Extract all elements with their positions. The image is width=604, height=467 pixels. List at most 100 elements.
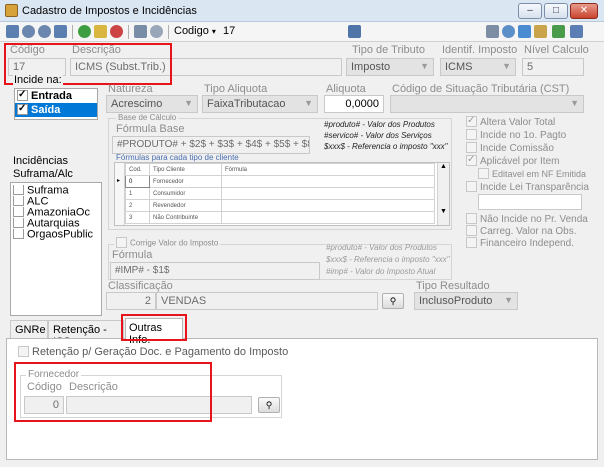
check-nao-incide-venda[interactable]: Não Incide no Pr. Venda xyxy=(466,213,588,226)
tipo-resultado-value: InclusoProduto xyxy=(419,295,493,307)
formula-base-field[interactable]: #PRODUTO# + $2$ + $3$ + $4$ + $5$ + $8$ xyxy=(112,136,310,154)
tipo-aliquota-select[interactable]: FaixaTributacao ▼ xyxy=(202,95,318,113)
lei-transparencia-field[interactable] xyxy=(478,194,582,210)
table-row[interactable]: 2 Revendedor xyxy=(125,199,435,212)
grid-view-icon[interactable] xyxy=(348,25,361,38)
check-editavel-nf[interactable]: Editavel em NF Emitida xyxy=(466,168,589,181)
filter-icon[interactable] xyxy=(534,25,547,38)
scroll-down-icon[interactable]: ▼ xyxy=(438,208,449,215)
first-record-icon[interactable] xyxy=(6,25,19,38)
minimize-button[interactable]: – xyxy=(518,3,542,19)
entrada-checkbox[interactable] xyxy=(17,88,28,101)
undo-icon[interactable] xyxy=(150,25,163,38)
checkbox[interactable] xyxy=(466,225,477,237)
incidencia-item[interactable]: Autarquias xyxy=(13,218,99,229)
incide-list: Entrada Saída xyxy=(14,88,98,120)
incidencia-item[interactable]: Suframa xyxy=(13,185,99,196)
refresh-icon[interactable] xyxy=(518,25,531,38)
binoculars-icon[interactable]: ⚲ xyxy=(258,397,280,413)
checkbox[interactable] xyxy=(466,114,477,127)
export-icon[interactable] xyxy=(552,25,565,38)
classificacao-value-field[interactable]: VENDAS xyxy=(156,292,378,310)
incidencia-checkbox[interactable] xyxy=(13,207,24,217)
last-record-icon[interactable] xyxy=(54,25,67,38)
cell-cod[interactable]: 2 xyxy=(125,199,150,212)
check-aplicavel-item[interactable]: Aplicável por Item xyxy=(466,153,589,168)
previous-record-icon[interactable] xyxy=(22,25,35,38)
binoculars-icon[interactable]: ⚲ xyxy=(382,293,404,309)
tipo-tributo-select[interactable]: Imposto ▼ xyxy=(346,58,434,76)
cell-formula[interactable] xyxy=(221,199,435,212)
tipo-resultado-select[interactable]: InclusoProduto ▼ xyxy=(414,292,518,310)
corrige-valor-check[interactable]: Corrige Valor do Imposto xyxy=(114,237,221,249)
check-financeiro-independ[interactable]: Financeiro Independ. xyxy=(466,237,588,250)
edit-icon[interactable] xyxy=(94,25,107,38)
incide-entrada-item[interactable]: Entrada xyxy=(15,88,97,103)
cell-cod[interactable]: 0 xyxy=(125,175,150,188)
table-row[interactable]: 0 Fornecedor xyxy=(125,175,435,188)
retencao-check[interactable]: Retenção p/ Geração Doc. e Pagamento do … xyxy=(18,345,288,358)
cell-formula[interactable] xyxy=(221,175,435,188)
check-incide-comissao[interactable]: Incide Comissão xyxy=(466,141,589,155)
tab-gnre[interactable]: GNRe xyxy=(10,320,48,338)
note-imp: #imp# - Valor do Imposto Atual xyxy=(326,267,436,276)
tab-retencao-iss[interactable]: Retenção - ISS xyxy=(48,320,124,348)
cell-cod[interactable]: 1 xyxy=(125,187,150,200)
retencao-checkbox[interactable] xyxy=(18,345,29,357)
incidencia-item[interactable]: OrgaosPublic xyxy=(13,229,99,240)
checkbox[interactable] xyxy=(466,128,477,140)
note-servico: #servico# - Valor dos Serviços xyxy=(324,131,432,140)
checkbox[interactable] xyxy=(466,180,477,192)
cell-cod[interactable]: 3 xyxy=(125,211,150,224)
save-icon[interactable] xyxy=(134,25,147,38)
options-group-a: Altera Valor Total Incide no 1o. Pagto I… xyxy=(466,114,589,194)
close-button[interactable]: ✕ xyxy=(570,3,598,19)
checkbox[interactable] xyxy=(466,141,477,153)
natureza-select[interactable]: Acrescimo ▼ xyxy=(106,95,198,113)
checkbox[interactable] xyxy=(466,153,477,166)
table-row[interactable]: 1 Consumidor xyxy=(125,187,435,200)
incidencia-item[interactable]: AmazoniaOc xyxy=(13,207,99,218)
cell-formula[interactable] xyxy=(221,211,435,224)
checkbox[interactable] xyxy=(478,168,489,180)
check-carreg-obs[interactable]: Carreg. Valor na Obs. xyxy=(466,225,588,238)
maximize-button[interactable]: □ xyxy=(544,3,568,19)
scroll-up-icon[interactable]: ▲ xyxy=(438,163,449,170)
cell-formula[interactable] xyxy=(221,187,435,200)
search-icon[interactable] xyxy=(502,25,515,38)
print-icon[interactable] xyxy=(486,25,499,38)
delete-icon[interactable] xyxy=(110,25,123,38)
check-incide-pagto[interactable]: Incide no 1o. Pagto xyxy=(466,128,589,142)
incidencia-checkbox[interactable] xyxy=(13,229,24,239)
codigo-selector[interactable]: Codigo ▾ 17 xyxy=(174,25,235,37)
cell-tipo[interactable]: Fornecedor xyxy=(149,175,222,188)
incidencia-checkbox[interactable] xyxy=(13,196,24,206)
formula-field[interactable]: #IMP# - $1$ xyxy=(110,262,320,280)
saida-checkbox[interactable] xyxy=(17,102,28,115)
table-row[interactable]: 3 Não Contribuinte xyxy=(125,211,435,224)
check-altera-valor[interactable]: Altera Valor Total xyxy=(466,114,589,129)
add-icon[interactable] xyxy=(78,25,91,38)
checkbox[interactable] xyxy=(466,237,477,249)
incide-saida-item[interactable]: Saída xyxy=(15,102,97,117)
classificacao-code-field[interactable]: 2 xyxy=(106,292,156,310)
check-lei-transparencia[interactable]: Incide Lei Transparência xyxy=(466,180,589,194)
aliquota-field[interactable]: 0,0000 xyxy=(324,95,384,113)
next-record-icon[interactable] xyxy=(38,25,51,38)
identif-imposto-select[interactable]: ICMS ▼ xyxy=(440,58,516,76)
incidencia-item[interactable]: ALC xyxy=(13,196,99,207)
incidencia-checkbox[interactable] xyxy=(13,218,24,228)
cell-tipo[interactable]: Não Contribuinte xyxy=(149,211,222,224)
cst-select[interactable]: ▼ xyxy=(390,95,584,113)
cell-tipo[interactable]: Revendedor xyxy=(149,199,222,212)
menu-icon[interactable] xyxy=(570,25,583,38)
corrige-valor-checkbox[interactable] xyxy=(116,237,127,248)
incidencia-checkbox[interactable] xyxy=(13,185,24,195)
cell-tipo[interactable]: Consumidor xyxy=(149,187,222,200)
formulas-grid[interactable]: ▸ Cod. Tipo Cliente Fórmula 0 Fornecedor … xyxy=(114,162,450,226)
chevron-down-icon: ▼ xyxy=(570,98,579,108)
checkbox[interactable] xyxy=(466,213,477,224)
grid-scrollbar[interactable]: ▲ ▼ xyxy=(437,163,449,225)
nivel-calculo-field[interactable]: 5 xyxy=(522,58,584,76)
check-label: Incide no 1o. Pagto xyxy=(480,130,567,141)
